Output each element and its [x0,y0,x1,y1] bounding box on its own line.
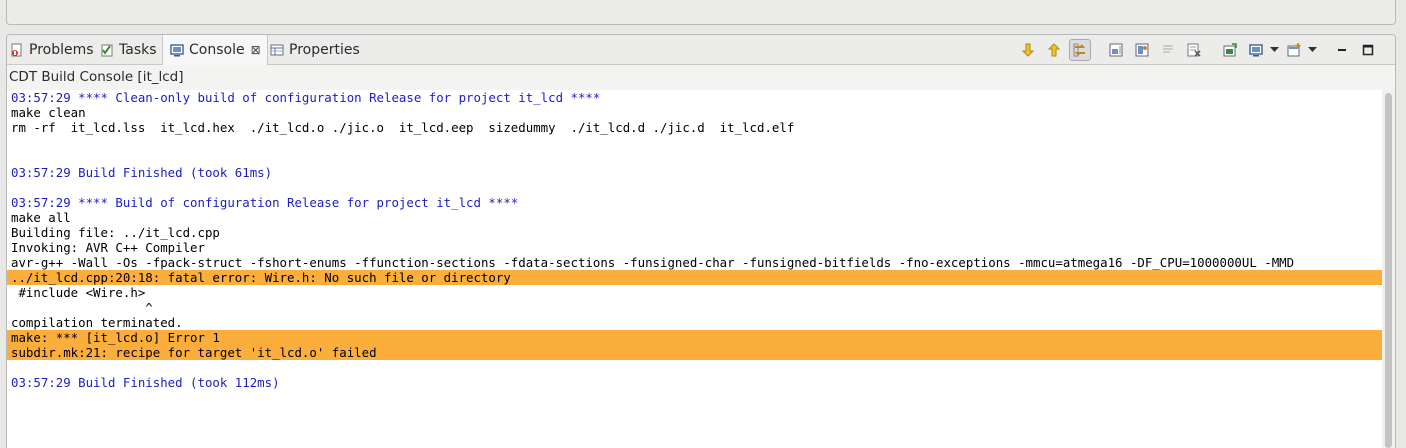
console-error-line: subdir.mk:21: recipe for target 'it_lcd.… [7,345,1382,360]
tab-properties[interactable]: Properties [269,35,360,64]
tab-tasks[interactable]: Tasks [99,35,157,64]
maximize-icon[interactable] [1357,39,1379,61]
console-icon [169,42,185,58]
properties-icon [269,42,285,58]
console-view-panel: Problems Tasks Console ⊠ Properties CDT … [6,34,1396,448]
minimize-icon[interactable] [1331,39,1353,61]
view-tab-bar: Problems Tasks Console ⊠ Properties [7,35,1395,65]
console-line: avr-g++ -Wall -Os -fpack-struct -fshort-… [11,255,1295,270]
next-annotation-icon[interactable] [1017,39,1039,61]
tasks-icon [99,42,115,58]
vertical-scrollbar[interactable] [1382,90,1395,448]
console-line: #include <Wire.h> [11,285,146,300]
console-output[interactable]: 03:57:29 **** Clean-only build of config… [7,90,1382,448]
problems-icon [9,42,25,58]
editor-area-bottom [0,0,1406,30]
console-error-line: make: *** [it_lcd.o] Error 1 [7,330,1382,345]
chevron-down-icon[interactable] [1269,39,1279,61]
console-info-line: 03:57:29 Build Finished (took 61ms) [11,165,273,180]
console-info-line: 03:57:29 **** Build of configuration Rel… [11,195,519,210]
display-selected-console-icon[interactable] [1245,39,1267,61]
tab-properties-label: Properties [289,41,360,58]
console-line: make clean [11,105,86,120]
new-console-icon[interactable] [1283,39,1305,61]
previous-annotation-icon[interactable] [1043,39,1065,61]
console-line: ^ [11,300,153,315]
scrollbar-thumb[interactable] [1385,93,1392,448]
pin-console-icon[interactable] [1131,39,1153,61]
console-title: CDT Build Console [it_lcd] [7,65,1395,90]
console-error-line: ../it_lcd.cpp:20:18: fatal error: Wire.h… [7,270,1382,285]
close-icon[interactable]: ⊠ [251,43,261,57]
console-line: compilation terminated. [11,315,183,330]
link-with-editor-icon[interactable] [1069,39,1091,61]
tab-problems[interactable]: Problems [9,35,94,64]
clear-console-icon[interactable] [1183,39,1205,61]
console-line: rm -rf it_lcd.lss it_lcd.hex ./it_lcd.o … [11,120,795,135]
chevron-down-icon[interactable] [1307,39,1317,61]
open-console-icon[interactable] [1219,39,1241,61]
tab-console-label: Console [189,42,245,58]
tab-console[interactable]: Console ⊠ [162,35,268,65]
console-toolbar [1013,39,1379,61]
console-line: Building file: ../it_lcd.cpp [11,225,220,240]
tab-problems-label: Problems [29,41,94,58]
console-line: Invoking: AVR C++ Compiler [11,240,205,255]
word-wrap-icon[interactable] [1157,39,1179,61]
editor-frame [6,0,1396,25]
console-info-line: 03:57:29 Build Finished (took 112ms) [11,375,280,390]
console-info-line: 03:57:29 **** Clean-only build of config… [11,90,601,105]
scroll-lock-icon[interactable] [1105,39,1127,61]
tab-tasks-label: Tasks [119,41,157,58]
console-line: make all [11,210,71,225]
